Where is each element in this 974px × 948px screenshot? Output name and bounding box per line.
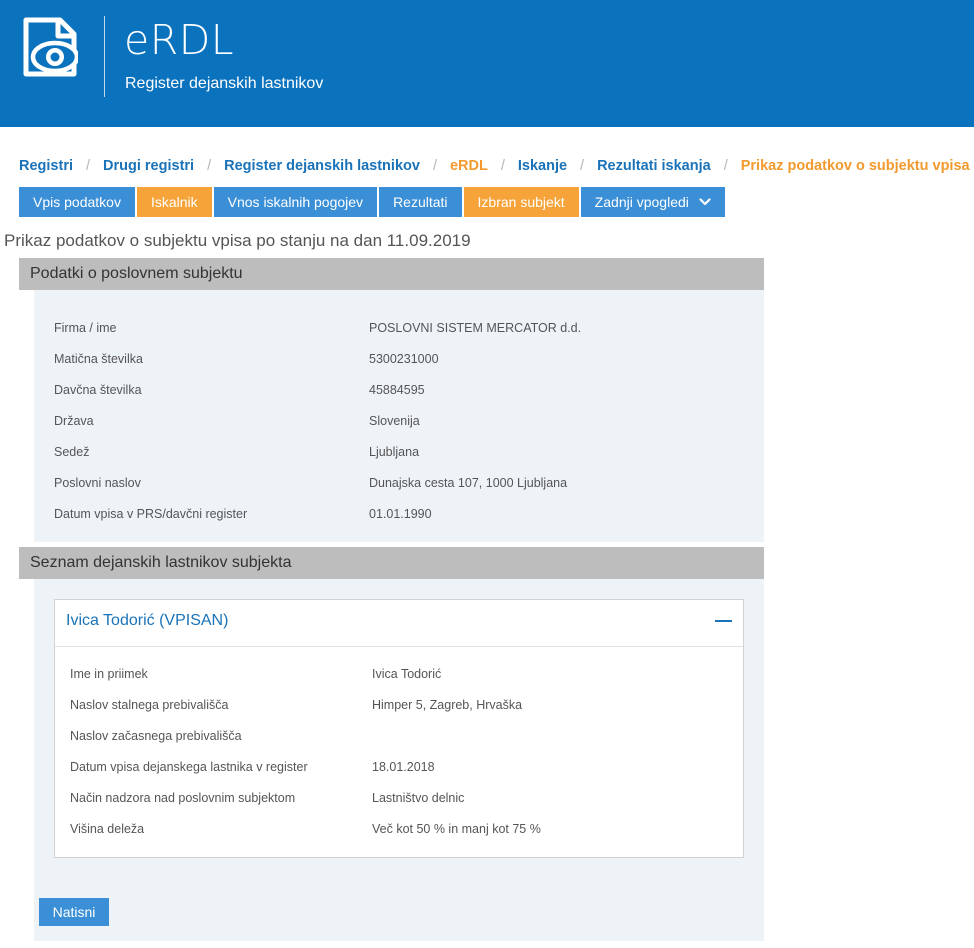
breadcrumb-item-iskanje[interactable]: Iskanje [518, 158, 567, 174]
field-label: Ime in priimek [70, 667, 148, 681]
tab-label: Zadnji vpogledi [594, 194, 689, 210]
tab-vpis-podatkov[interactable]: Vpis podatkov [19, 187, 135, 217]
field-value: Slovenija [369, 414, 420, 428]
field-label: Matična številka [54, 352, 143, 366]
breadcrumb: Registri / Drugi registri / Register dej… [19, 158, 970, 174]
app-header: eRDL Register dejanskih lastnikov [0, 0, 974, 127]
field-label: Način nadzora nad poslovnim subjektom [70, 791, 296, 805]
breadcrumb-separator: / [723, 158, 728, 174]
tab-label: Vnos iskalnih pogojev [227, 194, 364, 210]
breadcrumb-item-registri[interactable]: Registri [19, 158, 73, 174]
tab-label: Izbran subjekt [477, 194, 565, 210]
field-label: Datum vpisa v PRS/davčni register [54, 507, 248, 521]
breadcrumb-separator: / [207, 158, 212, 174]
section-header-business: Podatki o poslovnem subjektu [19, 258, 764, 290]
tab-izbran-subjekt[interactable]: Izbran subjekt [463, 187, 579, 217]
field-label: Naslov stalnega prebivališča [70, 698, 229, 712]
tab-rezultati[interactable]: Rezultati [379, 187, 462, 217]
field-value: Ivica Todorić [372, 667, 442, 681]
field-label: Datum vpisa dejanskega lastnika v regist… [70, 760, 308, 774]
owner-title[interactable]: Ivica Todorić (VPISAN) [66, 612, 228, 630]
tab-zadnji-vpogledi[interactable]: Zadnji vpogledi [580, 187, 725, 217]
tab-label: Rezultati [393, 194, 448, 210]
field-value: POSLOVNI SISTEM MERCATOR d.d. [369, 321, 582, 335]
section-header-owners: Seznam dejanskih lastnikov subjekta [19, 547, 764, 579]
field-label: Država [54, 414, 94, 428]
nav-tabs: Vpis podatkov Iskalnik Vnos iskalnih pog… [19, 187, 727, 217]
tab-vnos-iskalnih-pogojev[interactable]: Vnos iskalnih pogojev [213, 187, 378, 217]
field-value: Ljubljana [369, 445, 420, 459]
field-label: Naslov začasnega prebivališča [70, 729, 242, 743]
print-button[interactable]: Natisni [39, 898, 109, 926]
field-label: Poslovni naslov [54, 476, 141, 490]
field-label: Sedež [54, 445, 90, 459]
document-eye-icon [22, 16, 80, 78]
field-value: Himper 5, Zagreb, Hrvaška [372, 698, 523, 712]
field-value: 45884595 [369, 383, 425, 397]
app-name: eRDL [124, 16, 235, 64]
field-value: 18.01.2018 [372, 760, 435, 774]
breadcrumb-separator: / [432, 158, 437, 174]
breadcrumb-separator: / [500, 158, 505, 174]
tab-label: Vpis podatkov [33, 194, 121, 210]
breadcrumb-item-register-dejanskih-lastnikov[interactable]: Register dejanskih lastnikov [224, 158, 420, 174]
field-label: Firma / ime [54, 321, 117, 335]
breadcrumb-item-drugi-registri[interactable]: Drugi registri [103, 158, 194, 174]
tab-iskalnik[interactable]: Iskalnik [136, 187, 212, 217]
field-value: Več kot 50 % in manj kot 75 % [372, 822, 541, 836]
header-divider [104, 16, 105, 97]
page-title: Prikaz podatkov o subjektu vpisa po stan… [4, 231, 471, 250]
breadcrumb-item-current: Prikaz podatkov o subjektu vpisa [740, 158, 970, 174]
chevron-down-icon [699, 198, 711, 206]
field-label: Davčna številka [54, 383, 142, 397]
tab-label: Iskalnik [150, 194, 198, 210]
field-value: 01.01.1990 [369, 507, 432, 521]
breadcrumb-separator: / [86, 158, 91, 174]
field-value: Lastništvo delnic [372, 791, 465, 805]
field-value: Dunajska cesta 107, 1000 Ljubljana [369, 476, 568, 490]
field-value: 5300231000 [369, 352, 439, 366]
field-label: Višina deleža [70, 822, 145, 836]
app-subtitle: Register dejanskih lastnikov [125, 75, 324, 92]
divider [55, 646, 743, 647]
breadcrumb-item-erdl[interactable]: eRDL [450, 158, 488, 174]
breadcrumb-separator: / [580, 158, 585, 174]
breadcrumb-item-rezultati-iskanja[interactable]: Rezultati iskanja [597, 158, 711, 174]
minus-icon[interactable] [715, 620, 732, 622]
